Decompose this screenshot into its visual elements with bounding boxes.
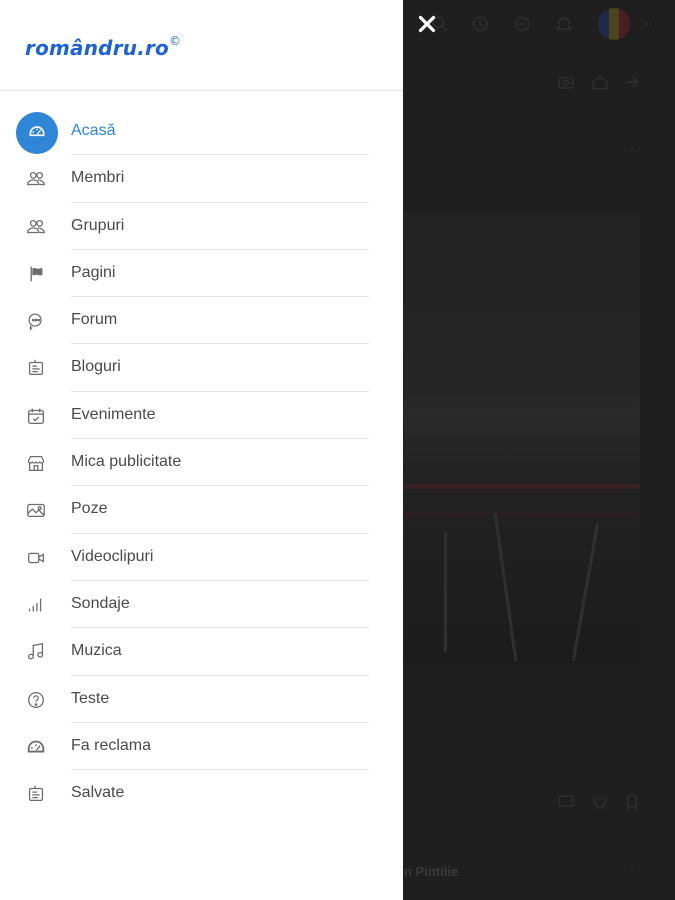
nav-item-label: Pagini [71,263,116,281]
members-icon [24,168,48,190]
logo-mark: © [169,34,182,49]
nav-item-label: Mica publicitate [71,453,182,471]
nav-item-muzica[interactable]: Muzica [0,628,403,676]
nav-item-bloguri[interactable]: Bloguri [0,344,403,392]
close-icon [418,15,436,33]
camera-icon [556,72,576,92]
nav-item-label: Videoclipuri [71,547,154,565]
nav-item-pagini[interactable]: Pagini [0,250,403,298]
site-logo[interactable]: romândru.ro© [25,34,182,60]
nav-item-grupuri[interactable]: Grupuri [0,203,403,250]
question-icon [24,689,48,711]
share-icon [622,72,642,92]
nav-item-label: Teste [71,689,110,707]
navigation-drawer: romândru.ro© Acasă Membri Grupuri Pagini… [0,0,403,900]
nav-item-label: Salvate [71,784,125,802]
bell-icon [554,14,574,34]
nav-item-membri[interactable]: Membri [0,155,403,203]
home-icon [590,72,610,92]
calendar-icon [24,405,48,427]
nav-item-sondaje[interactable]: Sondaje [0,581,403,629]
nav-item-teste[interactable]: Teste [0,676,403,723]
nav-item-label: Evenimente [71,405,156,423]
groups-icon [24,216,48,238]
post-more-icon: ··· [622,140,644,157]
post-author-name: n Pintilie [404,864,459,879]
dashboard-icon [26,122,48,142]
drawer-header: romândru.ro© [0,0,403,91]
saved-icon [24,783,48,805]
nav-item-acasa[interactable]: Acasă [0,108,403,156]
app-screen: ··· n Pintilie ··· romândru.ro© Acasă Me… [0,0,675,900]
nav-item-label: Forum [71,311,118,329]
nav-item-label: Bloguri [71,358,121,376]
logo-text: romândru.ro [25,36,169,60]
nav-item-label: Membri [71,169,125,187]
close-drawer-button[interactable] [414,11,440,37]
nav-menu: Acasă Membri Grupuri Pagini Forum Blogur… [0,108,403,817]
nav-item-label: Acasă [71,122,116,139]
nav-item-mica-publicitate[interactable]: Mica publicitate [0,439,403,487]
notification-icon [470,14,490,34]
nav-item-poze[interactable]: Poze [0,486,403,534]
like-icon [590,792,610,812]
nav-item-label: Poze [71,500,108,518]
nav-item-forum[interactable]: Forum [0,297,403,345]
video-icon [24,547,48,569]
post-image [404,212,640,666]
blog-icon [24,357,48,379]
store-icon [24,452,48,474]
nav-item-label: Muzica [71,642,122,660]
menu-dots-icon [640,14,654,34]
nav-item-fa-reclama[interactable]: Fa reclama [0,723,403,771]
ads-icon [24,736,48,758]
messages-icon [512,14,532,34]
comment-icon [556,792,576,812]
nav-item-videoclipuri[interactable]: Videoclipuri [0,534,403,581]
nav-item-evenimente[interactable]: Evenimente [0,392,403,440]
nav-item-label: Sondaje [71,594,130,612]
flag-icon [24,263,48,285]
photos-icon [24,499,48,521]
poll-icon [24,594,48,616]
nav-item-salvate[interactable]: Salvate [0,770,403,817]
avatar-flag [598,8,630,40]
forum-icon [24,310,48,332]
bookmark-icon [622,792,642,812]
nav-item-label: Grupuri [71,216,125,234]
music-icon [24,641,48,663]
nav-item-label: Fa reclama [71,736,152,754]
author-more-icon: ··· [622,858,644,875]
